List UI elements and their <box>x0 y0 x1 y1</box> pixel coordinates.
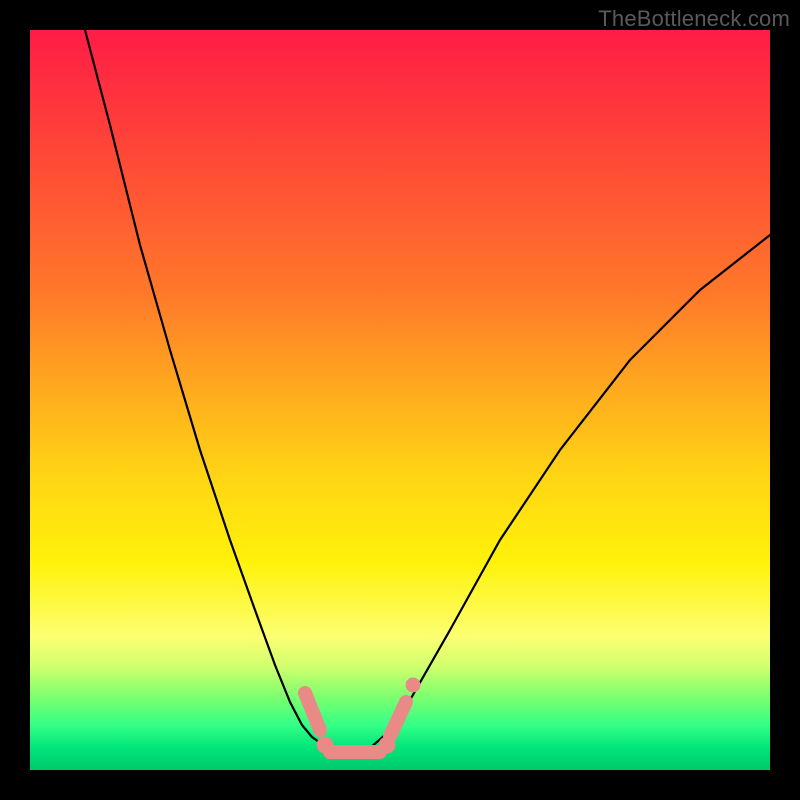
watermark-text: TheBottleneck.com <box>598 6 790 32</box>
bead-segment <box>390 702 406 736</box>
bead-dot <box>406 678 420 692</box>
curve-left <box>85 30 330 748</box>
curve-right <box>370 235 770 748</box>
bead-segment <box>305 693 320 730</box>
plot-area <box>30 30 770 770</box>
chart-frame: TheBottleneck.com <box>0 0 800 800</box>
beads-group <box>305 678 420 753</box>
chart-svg <box>30 30 770 770</box>
